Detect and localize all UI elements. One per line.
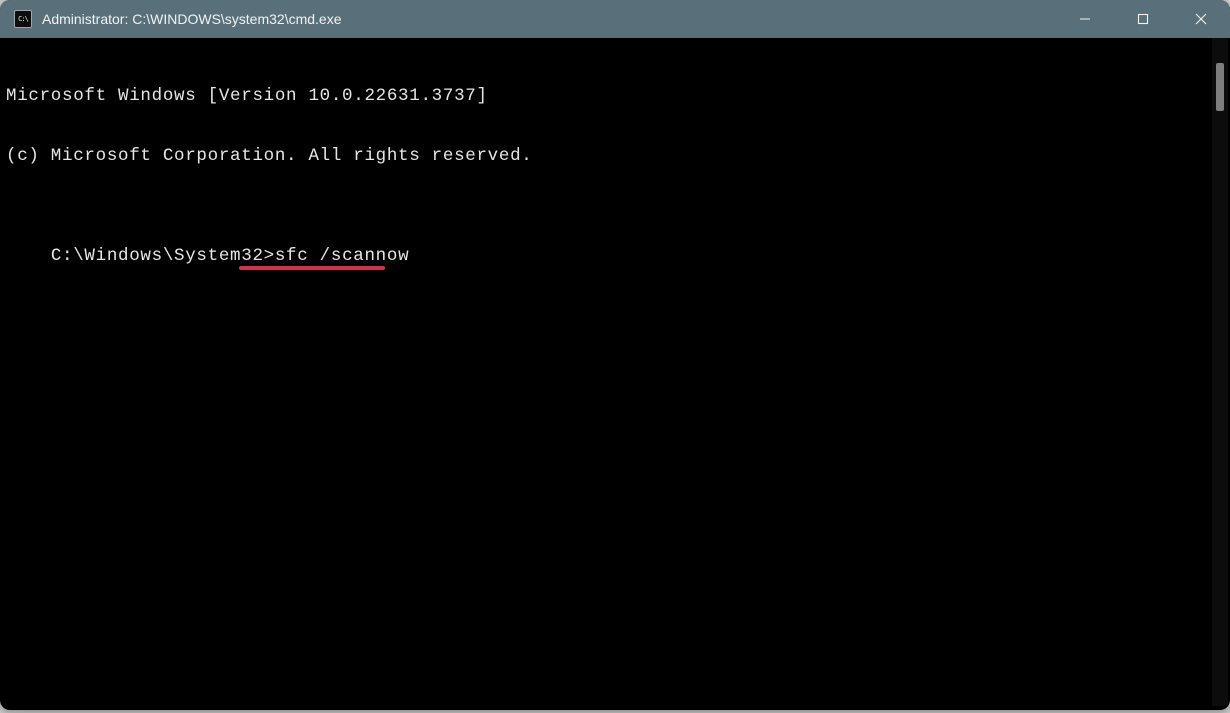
scrollbar-track[interactable]	[1212, 38, 1228, 706]
blank-line	[6, 206, 1224, 226]
command-input[interactable]: sfc /scannow	[275, 246, 409, 266]
prompt: C:\Windows\System32>	[51, 246, 275, 266]
cmd-icon	[14, 10, 32, 28]
scrollbar-thumb[interactable]	[1216, 63, 1224, 111]
maximize-button[interactable]	[1114, 0, 1172, 38]
window-title: Administrator: C:\WINDOWS\system32\cmd.e…	[42, 11, 342, 27]
minimize-button[interactable]	[1056, 0, 1114, 38]
terminal-output[interactable]: Microsoft Windows [Version 10.0.22631.37…	[0, 38, 1230, 334]
cmd-window: Administrator: C:\WINDOWS\system32\cmd.e…	[0, 0, 1230, 710]
close-button[interactable]	[1172, 0, 1230, 38]
maximize-icon	[1137, 13, 1149, 25]
window-controls	[1056, 0, 1230, 38]
annotation-underline	[239, 266, 385, 270]
prompt-line: C:\Windows\System32>sfc /scannow	[51, 246, 409, 306]
titlebar[interactable]: Administrator: C:\WINDOWS\system32\cmd.e…	[0, 0, 1230, 38]
close-icon	[1195, 13, 1207, 25]
copyright-line: (c) Microsoft Corporation. All rights re…	[6, 146, 1224, 166]
version-line: Microsoft Windows [Version 10.0.22631.37…	[6, 86, 1224, 106]
minimize-icon	[1079, 13, 1091, 25]
